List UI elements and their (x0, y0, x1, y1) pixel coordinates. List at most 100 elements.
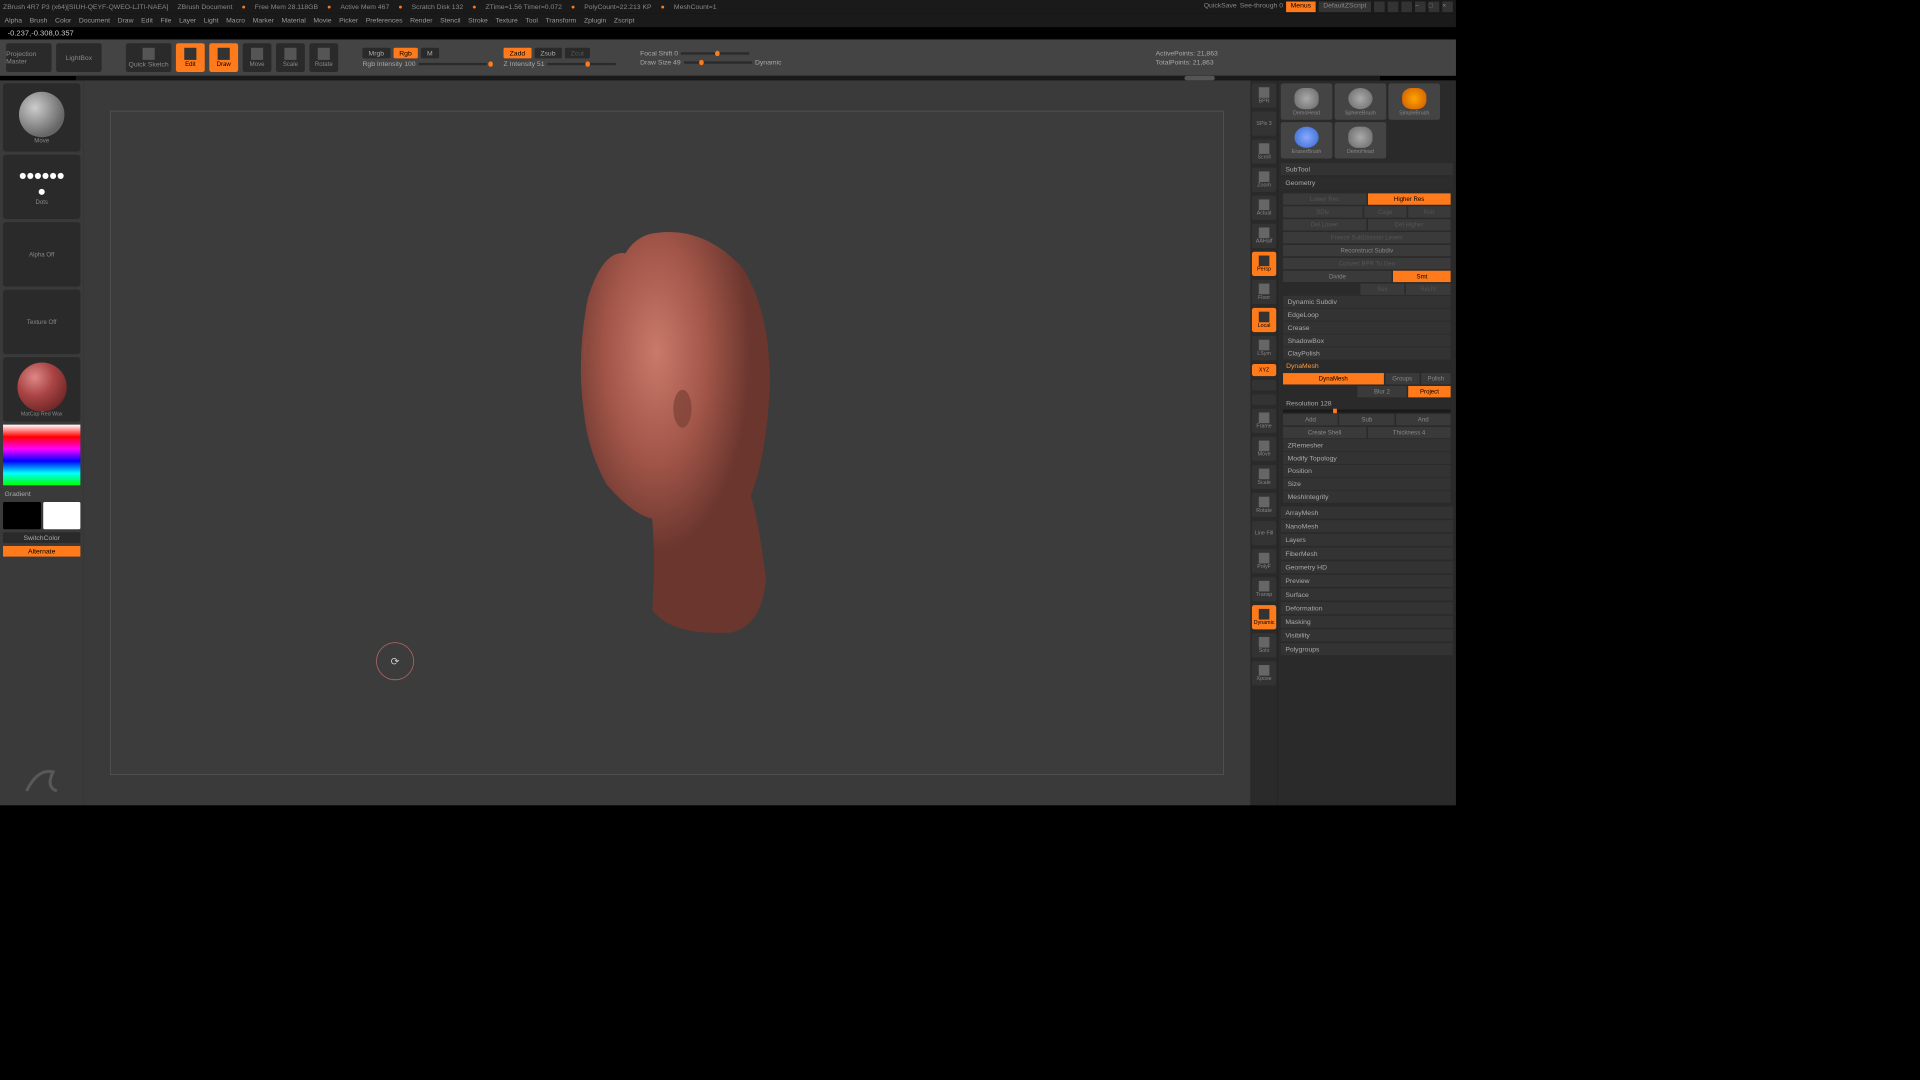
create-shell-button[interactable]: Create Shell (1283, 427, 1366, 438)
lightbox-button[interactable]: LightBox (56, 43, 101, 72)
local-button[interactable]: Local (1252, 308, 1276, 332)
alpha-swatch[interactable]: Alpha Off (3, 222, 80, 286)
default-script[interactable]: DefaultZScript (1319, 2, 1371, 13)
menu-zscript[interactable]: Zscript (614, 17, 634, 25)
stroke-swatch[interactable]: Dots (3, 155, 80, 219)
xyz-button[interactable]: XYZ (1252, 364, 1276, 376)
edgeloop-section[interactable]: EdgeLoop (1283, 309, 1451, 321)
dynamic-button[interactable]: Dynamic (1252, 605, 1276, 629)
add-button[interactable]: Add (1283, 414, 1338, 425)
size-section[interactable]: Size (1283, 478, 1451, 490)
tool-spherebrush[interactable]: SphereBrush (1335, 83, 1387, 119)
resh-button[interactable]: ReUV (1406, 284, 1451, 295)
del-higher-button[interactable]: Del Higher (1368, 219, 1451, 230)
spix-button[interactable]: SPix 3 (1252, 111, 1276, 135)
del-lower-button[interactable]: Del Lower (1283, 219, 1366, 230)
position-section[interactable]: Position (1283, 465, 1451, 477)
texture-swatch[interactable]: Texture Off (3, 290, 80, 354)
z-intensity-label[interactable]: Z Intensity 51 (504, 60, 545, 68)
geohd-section[interactable]: Geometry HD (1281, 561, 1453, 573)
mrgb-button[interactable]: Mrgb (362, 48, 390, 59)
switch-color-button[interactable]: SwitchColor (3, 532, 80, 543)
bpr-button[interactable]: BPR (1252, 83, 1276, 107)
aahalf-button[interactable]: AAHalf (1252, 224, 1276, 248)
subtool-section[interactable]: SubTool (1281, 163, 1453, 175)
dynamic-label[interactable]: Dynamic (755, 58, 782, 66)
blur-slider[interactable]: Blur 2 (1357, 386, 1407, 397)
smt-button[interactable]: Smt (1393, 271, 1450, 282)
zoom-button[interactable]: Zoom (1252, 168, 1276, 192)
transp-button[interactable]: Transp (1252, 577, 1276, 601)
secondary-color[interactable] (3, 502, 41, 529)
menu-brush[interactable]: Brush (30, 17, 48, 25)
alternate-button[interactable]: Alternate (3, 546, 80, 557)
linefill-button[interactable]: Line Fill (1252, 521, 1276, 545)
menu-layer[interactable]: Layer (179, 17, 196, 25)
modifytop-section[interactable]: Modify Topology (1283, 452, 1451, 464)
tool-demohead[interactable]: DemoHead (1281, 83, 1333, 119)
visibility-section[interactable]: Visibility (1281, 629, 1453, 641)
geometry-section[interactable]: Geometry (1281, 177, 1453, 189)
higher-res-button[interactable]: Higher Res (1368, 193, 1451, 204)
tool-simplebrush[interactable]: SimpleBrush (1388, 83, 1440, 119)
tool-eraserbrush[interactable]: EraserBrush (1281, 122, 1333, 158)
menus-toggle[interactable]: Menus (1286, 2, 1316, 13)
actual-button[interactable]: Actual (1252, 196, 1276, 220)
rgb-button[interactable]: Rgb (393, 48, 418, 59)
menu-document[interactable]: Document (79, 17, 110, 25)
quicksave-button[interactable]: QuickSave (1204, 2, 1237, 13)
convert-button[interactable]: Convert BPR To Geo (1283, 258, 1451, 269)
xpose-button[interactable]: Xpose (1252, 661, 1276, 685)
shadowbox-section[interactable]: ShadowBox (1283, 334, 1451, 346)
rotate-button[interactable]: Rotate (309, 43, 338, 72)
primary-color[interactable] (43, 502, 81, 529)
menu-color[interactable]: Color (55, 17, 71, 25)
zcut-button[interactable]: Zcut (565, 48, 590, 59)
frame-button[interactable]: Frame (1252, 409, 1276, 433)
target-button[interactable] (1252, 394, 1276, 405)
focal-shift-label[interactable]: Focal Shift 0 (640, 49, 678, 57)
win-btn-1[interactable] (1374, 2, 1385, 13)
lsym-button[interactable]: LSym (1252, 336, 1276, 360)
canvas[interactable] (110, 111, 1224, 775)
fibermesh-section[interactable]: FiberMesh (1281, 547, 1453, 559)
sdiv-slider[interactable]: SDiv (1283, 206, 1362, 217)
crease-section[interactable]: Crease (1283, 322, 1451, 334)
lower-res-button[interactable]: Lower Res (1283, 193, 1366, 204)
close-button[interactable]: × (1442, 2, 1453, 13)
menu-alpha[interactable]: Alpha (5, 17, 22, 25)
dynamesh-button[interactable]: DynaMesh (1283, 373, 1383, 384)
persp-button[interactable]: Persp (1252, 252, 1276, 276)
arraymesh-section[interactable]: ArrayMesh (1281, 507, 1453, 519)
m-button[interactable]: M (421, 48, 439, 59)
meshint-section[interactable]: MeshIntegrity (1283, 491, 1451, 503)
rgb-intensity-label[interactable]: Rgb Intensity 100 (362, 60, 415, 68)
menu-movie[interactable]: Movie (313, 17, 331, 25)
reconstruct-button[interactable]: Reconstruct Subdiv (1283, 245, 1451, 256)
move-button[interactable]: Move (243, 43, 272, 72)
scale-button[interactable]: Scale (276, 43, 305, 72)
polyf-button[interactable]: PolyF (1252, 549, 1276, 573)
cage-button[interactable]: Cage (1364, 206, 1407, 217)
zremesher-section[interactable]: ZRemesher (1283, 439, 1451, 451)
viewport[interactable] (83, 80, 1250, 805)
swap-button[interactable] (1252, 380, 1276, 391)
projection-master-button[interactable]: Projection Master (6, 43, 51, 72)
dock-rotate-button[interactable]: Rotate (1252, 493, 1276, 517)
minimize-button[interactable]: − (1415, 2, 1426, 13)
zadd-button[interactable]: Zadd (504, 48, 532, 59)
maximize-button[interactable]: □ (1429, 2, 1440, 13)
sub-button[interactable]: Sub (1339, 414, 1394, 425)
resolution-slider[interactable]: Resolution 128 (1283, 397, 1451, 409)
project-button[interactable]: Project (1408, 386, 1450, 397)
and-button[interactable]: And (1396, 414, 1451, 425)
quicksketch-button[interactable]: Quick Sketch (126, 43, 171, 72)
freeze-button[interactable]: Freeze SubDivision Levels (1283, 232, 1451, 243)
menu-material[interactable]: Material (281, 17, 305, 25)
win-btn-2[interactable] (1388, 2, 1399, 13)
polygroups-section[interactable]: Polygroups (1281, 643, 1453, 655)
head-model[interactable] (534, 208, 807, 648)
preview-section[interactable]: Preview (1281, 575, 1453, 587)
dock-scale-button[interactable]: Scale (1252, 465, 1276, 489)
color-picker[interactable] (3, 425, 80, 486)
